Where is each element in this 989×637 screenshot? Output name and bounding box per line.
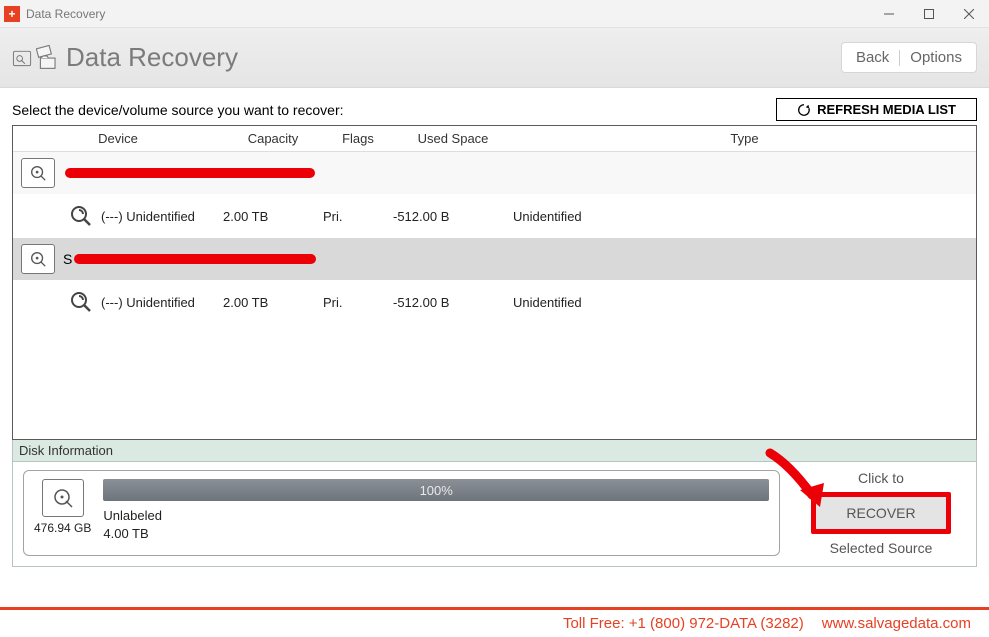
scan-icon[interactable] — [67, 288, 95, 316]
volume-label: Unlabeled — [103, 507, 769, 525]
window-titlebar: + Data Recovery — [0, 0, 989, 28]
folders-icon — [36, 42, 58, 73]
volume-name: (---) Unidentified — [101, 209, 223, 224]
header-actions: Back Options — [841, 42, 977, 73]
website-link[interactable]: www.salvagedata.com — [822, 615, 971, 632]
options-button[interactable]: Options — [910, 49, 962, 66]
page-title: Data Recovery — [66, 42, 238, 73]
refresh-icon — [797, 103, 811, 117]
click-to-label: Click to — [858, 470, 904, 486]
volume-name: (---) Unidentified — [101, 295, 223, 310]
redacted-bar — [74, 254, 316, 264]
maximize-button[interactable] — [909, 0, 949, 28]
usage-bar: 100% — [103, 479, 769, 501]
volume-used: -512.00 B — [393, 295, 513, 310]
toll-free-text: Toll Free: +1 (800) 972-DATA (3282) — [563, 615, 804, 632]
scan-icon[interactable] — [67, 202, 95, 230]
col-capacity: Capacity — [223, 131, 323, 146]
col-device: Device — [13, 131, 223, 146]
app-icon: + — [4, 6, 20, 22]
volume-type: Unidentified — [513, 209, 976, 224]
drive-icon — [21, 244, 55, 274]
app-header: Data Recovery Back Options — [0, 28, 989, 88]
source-prompt: Select the device/volume source you want… — [12, 102, 344, 118]
volume-capacity: 2.00 TB — [223, 295, 323, 310]
device-table: Device Capacity Flags Used Space Type (-… — [12, 125, 977, 440]
selected-source-label: Selected Source — [830, 540, 933, 556]
minimize-button[interactable] — [869, 0, 909, 28]
app-logo — [12, 37, 58, 79]
volume-flags: Pri. — [323, 209, 393, 224]
window-title: Data Recovery — [26, 7, 105, 21]
disk-total-size: 476.94 GB — [34, 521, 91, 535]
drive-search-icon — [12, 37, 32, 79]
refresh-media-button[interactable]: REFRESH MEDIA LIST — [776, 98, 977, 121]
drive-icon — [42, 479, 84, 517]
drive-icon — [21, 158, 55, 188]
volume-capacity: 2.00 TB — [223, 209, 323, 224]
recover-button-label: RECOVER — [846, 505, 915, 521]
footer: Toll Free: +1 (800) 972-DATA (3282) www.… — [0, 607, 989, 637]
recover-section: Click to RECOVER Selected Source — [796, 470, 966, 556]
usage-percent: 100% — [420, 483, 453, 498]
disk-info-heading: Disk Information — [12, 440, 977, 462]
recover-button[interactable]: RECOVER — [811, 492, 951, 534]
volume-used: -512.00 B — [393, 209, 513, 224]
disk-info-left: 476.94 GB 100% Unlabeled 4.00 TB — [23, 470, 780, 556]
device-row[interactable]: S — [13, 238, 976, 280]
volume-row[interactable]: (---) Unidentified 2.00 TB Pri. -512.00 … — [13, 280, 976, 324]
disk-info-panel: 476.94 GB 100% Unlabeled 4.00 TB Click t… — [12, 462, 977, 567]
refresh-label: REFRESH MEDIA LIST — [817, 102, 956, 117]
close-button[interactable] — [949, 0, 989, 28]
col-flags: Flags — [323, 131, 393, 146]
volume-row[interactable]: (---) Unidentified 2.00 TB Pri. -512.00 … — [13, 194, 976, 238]
redacted-bar — [65, 168, 315, 178]
device-row[interactable] — [13, 152, 976, 194]
divider — [899, 50, 900, 66]
col-used: Used Space — [393, 131, 513, 146]
volume-type: Unidentified — [513, 295, 976, 310]
back-button[interactable]: Back — [856, 49, 889, 66]
table-header: Device Capacity Flags Used Space Type — [13, 126, 976, 152]
content-area: Select the device/volume source you want… — [0, 88, 989, 577]
volume-flags: Pri. — [323, 295, 393, 310]
volume-size: 4.00 TB — [103, 525, 769, 543]
device-label-prefix: S — [63, 251, 72, 267]
col-type: Type — [513, 131, 976, 146]
